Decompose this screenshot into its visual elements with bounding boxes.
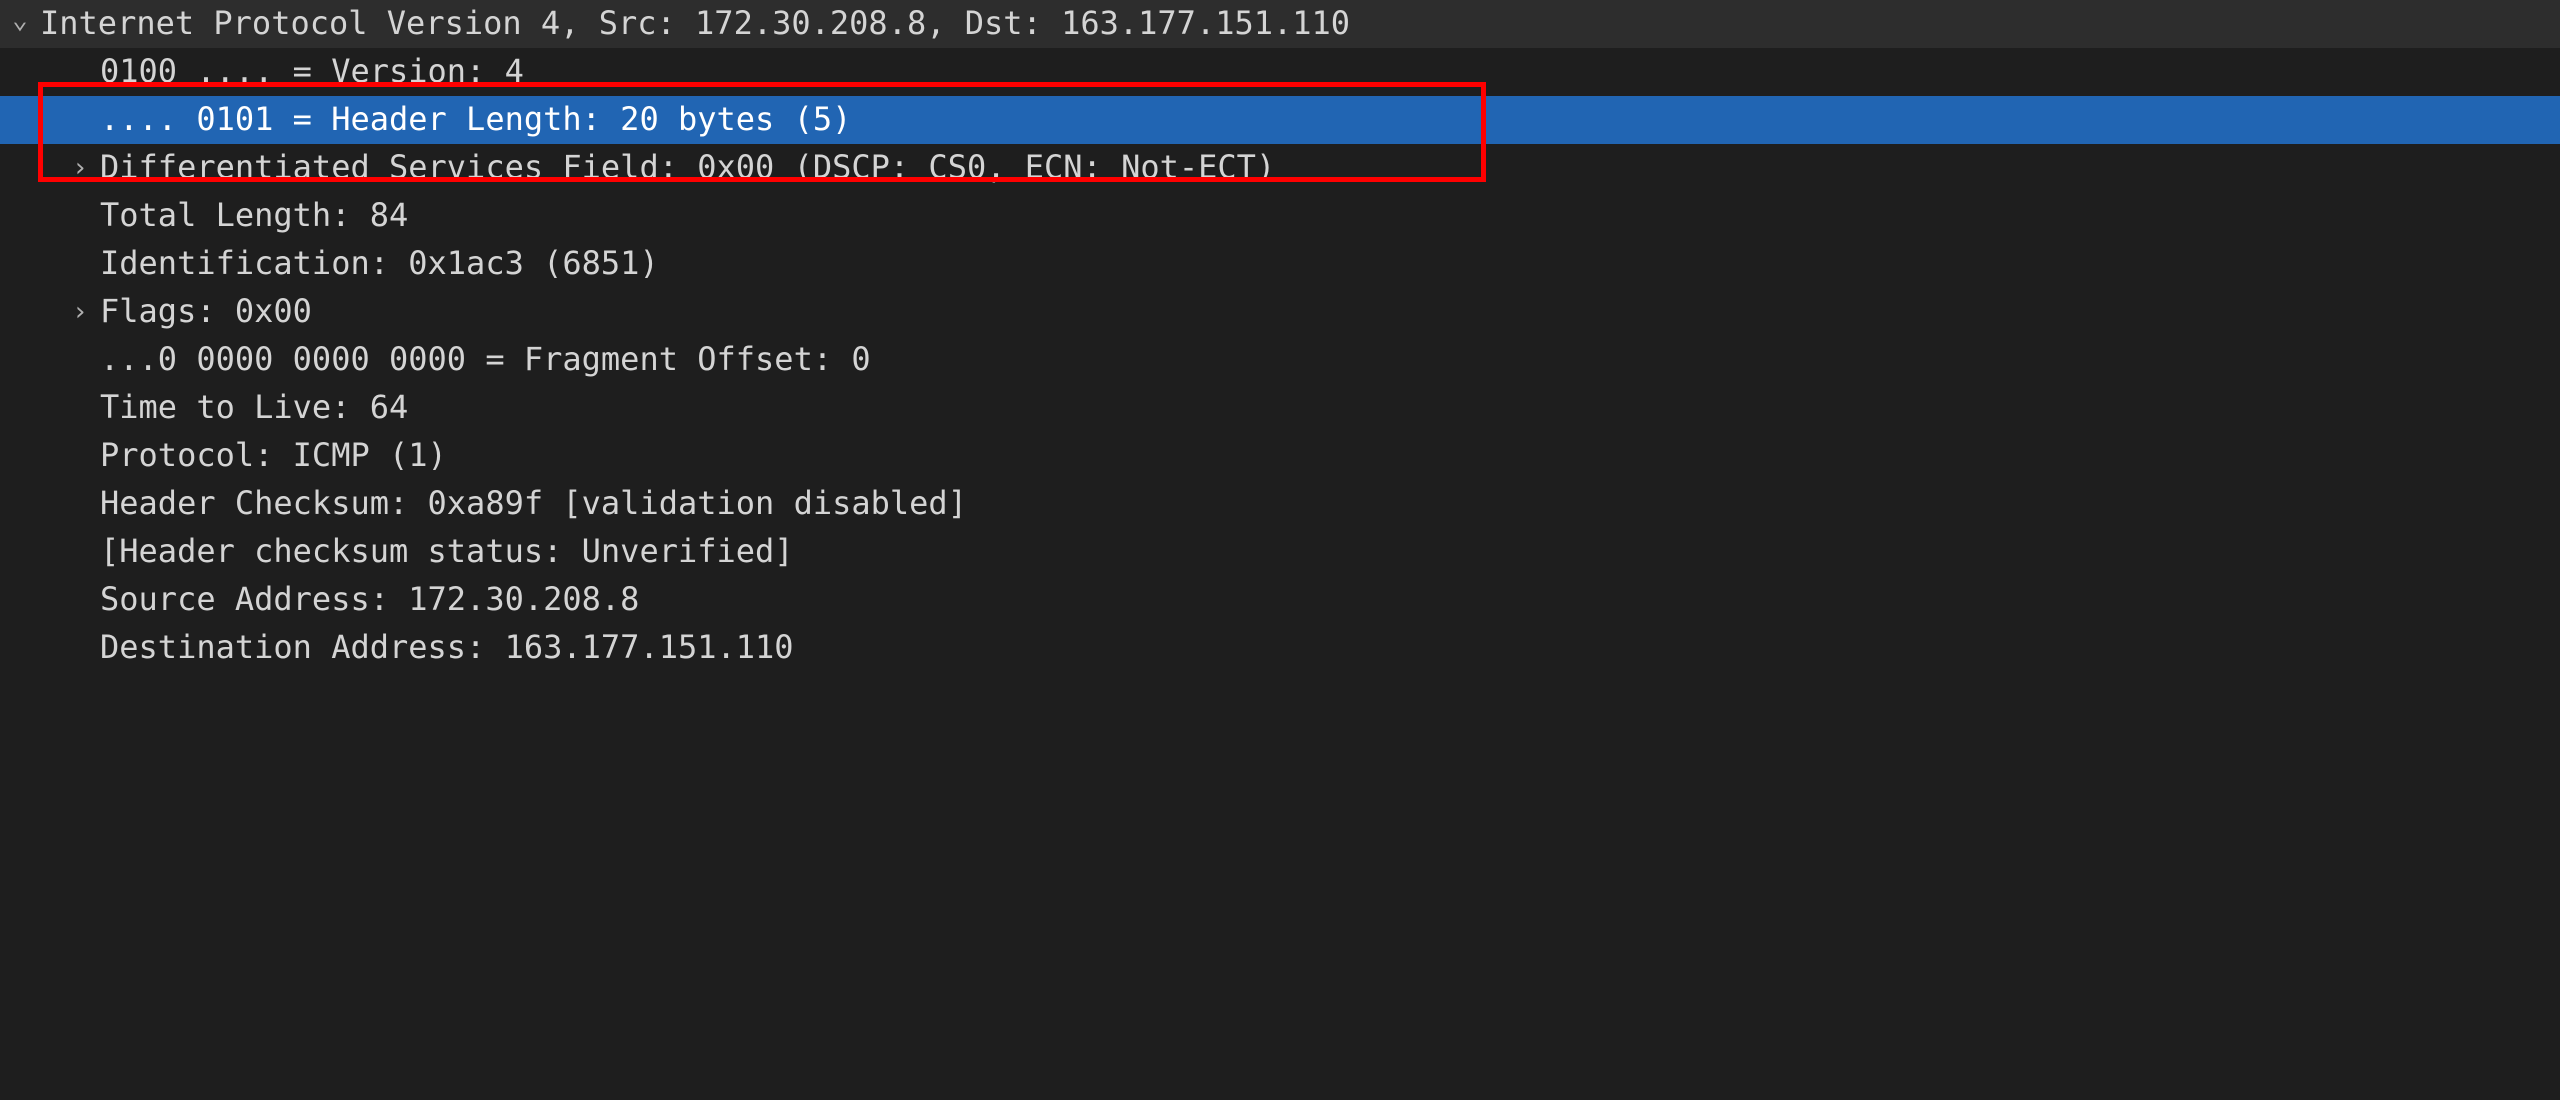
field-src-addr[interactable]: Source Address: 172.30.208.8 [0, 576, 2560, 624]
checksum-status-text: [Header checksum status: Unverified] [100, 528, 794, 575]
total-length-text: Total Length: 84 [100, 192, 408, 239]
spacer [60, 533, 100, 571]
spacer [60, 629, 100, 667]
field-protocol[interactable]: Protocol: ICMP (1) [0, 432, 2560, 480]
src-addr-text: Source Address: 172.30.208.8 [100, 576, 639, 623]
field-flags[interactable]: Flags: 0x00 [0, 288, 2560, 336]
spacer [60, 197, 100, 235]
chevron-down-icon[interactable] [0, 5, 40, 43]
field-checksum-status[interactable]: [Header checksum status: Unverified] [0, 528, 2560, 576]
chevron-right-icon[interactable] [60, 149, 100, 187]
header-checksum-text: Header Checksum: 0xa89f [validation disa… [100, 480, 967, 527]
ipv4-header-text: Internet Protocol Version 4, Src: 172.30… [40, 0, 1350, 47]
field-total-length[interactable]: Total Length: 84 [0, 192, 2560, 240]
identification-text: Identification: 0x1ac3 (6851) [100, 240, 659, 287]
spacer [60, 53, 100, 91]
ipv4-header-row[interactable]: Internet Protocol Version 4, Src: 172.30… [0, 0, 2560, 48]
field-header-length[interactable]: .... 0101 = Header Length: 20 bytes (5) [0, 96, 2560, 144]
protocol-text: Protocol: ICMP (1) [100, 432, 447, 479]
field-dsf[interactable]: Differentiated Services Field: 0x00 (DSC… [0, 144, 2560, 192]
spacer [60, 341, 100, 379]
field-header-checksum[interactable]: Header Checksum: 0xa89f [validation disa… [0, 480, 2560, 528]
spacer [60, 485, 100, 523]
spacer [60, 437, 100, 475]
chevron-right-icon[interactable] [60, 293, 100, 331]
ttl-text: Time to Live: 64 [100, 384, 408, 431]
field-version[interactable]: 0100 .... = Version: 4 [0, 48, 2560, 96]
version-text: 0100 .... = Version: 4 [100, 48, 524, 95]
field-ttl[interactable]: Time to Live: 64 [0, 384, 2560, 432]
spacer [60, 245, 100, 283]
field-fragment-offset[interactable]: ...0 0000 0000 0000 = Fragment Offset: 0 [0, 336, 2560, 384]
spacer [60, 101, 100, 139]
dst-addr-text: Destination Address: 163.177.151.110 [100, 624, 794, 671]
flags-text: Flags: 0x00 [100, 288, 312, 335]
dsf-text: Differentiated Services Field: 0x00 (DSC… [100, 144, 1275, 191]
spacer [60, 389, 100, 427]
packet-details-tree: Internet Protocol Version 4, Src: 172.30… [0, 0, 2560, 672]
field-dst-addr[interactable]: Destination Address: 163.177.151.110 [0, 624, 2560, 672]
header-length-text: .... 0101 = Header Length: 20 bytes (5) [100, 96, 851, 143]
spacer [60, 581, 100, 619]
field-identification[interactable]: Identification: 0x1ac3 (6851) [0, 240, 2560, 288]
fragment-offset-text: ...0 0000 0000 0000 = Fragment Offset: 0 [100, 336, 871, 383]
